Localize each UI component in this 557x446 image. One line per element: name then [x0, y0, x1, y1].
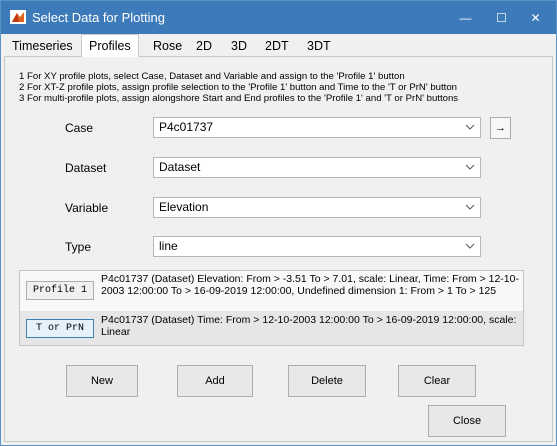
type-label: Type: [65, 240, 92, 254]
variable-value: Elevation: [159, 200, 209, 214]
assign-case-button[interactable]: →: [490, 117, 511, 139]
minimize-icon: —: [459, 10, 472, 25]
instruction-line: 2 For XT-Z profile plots, assign profile…: [19, 82, 458, 93]
torprn-selection-text: P4c01737 (Dataset) Time: From > 12-10-20…: [101, 314, 517, 338]
profile1-row: Profile 1 P4c01737 (Dataset) Elevation: …: [20, 271, 523, 309]
tab-3d[interactable]: 3D: [224, 37, 254, 56]
selection-list: Profile 1 P4c01737 (Dataset) Elevation: …: [19, 270, 524, 346]
tab-2dt[interactable]: 2DT: [258, 37, 296, 56]
torprn-row: T or PrN P4c01737 (Dataset) Time: From >…: [20, 311, 523, 345]
window-title: Select Data for Plotting: [32, 10, 165, 25]
close-window-button[interactable]: ✕: [513, 1, 557, 34]
chevron-down-icon: [465, 164, 475, 170]
clear-button[interactable]: Clear: [398, 365, 476, 397]
case-value: P4c01737: [159, 120, 214, 134]
dataset-label: Dataset: [65, 161, 107, 175]
dataset-value: Dataset: [159, 160, 201, 174]
close-icon: ✕: [530, 10, 541, 25]
instructions: 1 For XY profile plots, select Case, Dat…: [19, 71, 458, 104]
delete-button[interactable]: Delete: [288, 365, 366, 397]
chevron-down-icon: [465, 204, 475, 210]
profile1-button[interactable]: Profile 1: [26, 281, 94, 300]
close-button[interactable]: Close: [428, 405, 506, 437]
tab-bar: Timeseries Profiles Rose 2D 3D 2DT 3DT: [1, 34, 556, 57]
tab-2d[interactable]: 2D: [189, 37, 219, 56]
arrow-right-icon: →: [495, 122, 506, 134]
profiles-panel: 1 For XY profile plots, select Case, Dat…: [4, 56, 553, 442]
type-value: line: [159, 239, 178, 253]
tab-3dt[interactable]: 3DT: [300, 37, 338, 56]
instruction-line: 3 For multi-profile plots, assign alongs…: [19, 93, 459, 104]
tab-timeseries[interactable]: Timeseries: [5, 37, 80, 56]
variable-dropdown[interactable]: Elevation: [153, 197, 481, 218]
new-button[interactable]: New: [66, 365, 138, 397]
case-dropdown[interactable]: P4c01737: [153, 117, 481, 138]
select-data-dialog: Select Data for Plotting — ☐ ✕ Timeserie…: [0, 0, 557, 446]
case-label: Case: [65, 121, 94, 135]
matlab-logo-icon: [10, 10, 26, 24]
maximize-icon: ☐: [496, 10, 507, 25]
dataset-dropdown[interactable]: Dataset: [153, 157, 481, 178]
tab-profiles[interactable]: Profiles: [81, 34, 139, 57]
variable-label: Variable: [65, 201, 109, 215]
torprn-button[interactable]: T or PrN: [26, 319, 94, 338]
tab-rose[interactable]: Rose: [146, 37, 189, 56]
type-dropdown[interactable]: line: [153, 236, 481, 257]
chevron-down-icon: [465, 124, 475, 130]
instruction-line: 1 For XY profile plots, select Case, Dat…: [19, 71, 405, 82]
add-button[interactable]: Add: [177, 365, 253, 397]
profile1-selection-text: P4c01737 (Dataset) Elevation: From > -3.…: [101, 273, 519, 297]
chevron-down-icon: [465, 243, 475, 249]
title-bar[interactable]: Select Data for Plotting — ☐ ✕: [1, 1, 556, 34]
